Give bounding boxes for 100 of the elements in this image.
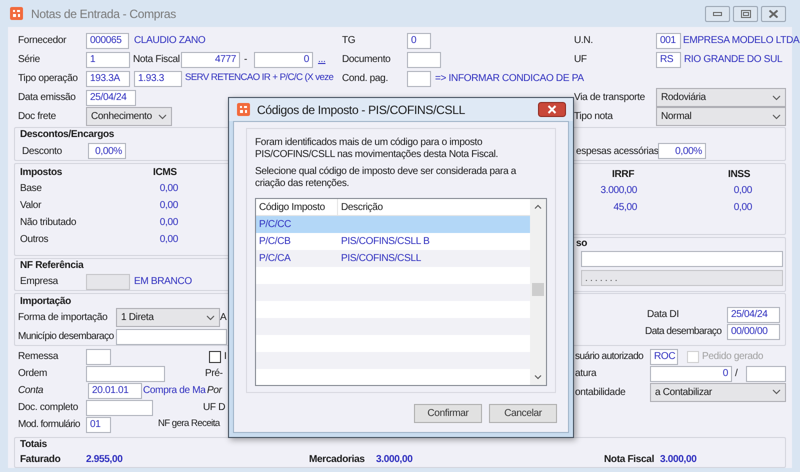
chevron-down-icon [772,114,781,120]
field-label: Cond. pag. [342,72,388,86]
maximize-button[interactable] [733,6,758,22]
text-field[interactable] [407,70,431,86]
field-label: Ordem [18,367,48,381]
dropdown[interactable]: 1 Direta [116,308,220,327]
minimize-button[interactable] [705,6,730,22]
field-label: NF gera Receita [158,417,220,432]
text-field[interactable]: 193.3A [86,70,130,86]
field-label: Por [207,384,222,398]
text-field[interactable] [746,366,786,382]
text-field[interactable] [86,348,111,364]
text-field[interactable] [116,328,227,344]
text-field[interactable]: 20.01.01 [88,382,142,398]
text-field[interactable] [86,366,165,382]
close-button[interactable] [538,102,566,117]
text-field[interactable]: 0 [650,366,732,382]
text-field[interactable]: 0 [407,32,431,48]
field-label: atura [575,367,596,381]
field-label: Tipo operação [18,72,78,86]
text-field[interactable]: ROC [650,348,678,364]
dialog-button[interactable]: Confirmar [414,404,482,423]
value-text: => INFORMAR CONDICAO DE PA [435,72,584,86]
value-text: EM BRANCO [134,275,192,289]
field-label: Remessa [18,350,58,364]
value-text: CLAUDIO ZANO [134,34,206,48]
value-text: EMPRESA MODELO LTDA [683,34,800,48]
field-label: suário autorizado [575,350,644,364]
value-text: 0,00 [160,233,178,247]
table-cell-text: PIS/COFINS/CSLL [340,252,422,266]
scroll-up-icon[interactable] [534,204,542,209]
section-heading: so [576,237,588,251]
section-heading: IRRF [612,168,634,182]
text-field[interactable] [581,250,783,266]
field-label: Base [20,182,42,196]
text-field[interactable]: 000065 [86,32,129,48]
section-heading: NF Referência [20,259,84,273]
text-field[interactable] [407,52,441,68]
text-field[interactable]: 25/04/24 [86,90,136,106]
field-label: Forma de importação [18,311,108,325]
close-button[interactable] [761,6,786,22]
window-title: Notas de Entrada - Compras [31,6,176,22]
field-label: U.N. [574,34,593,48]
text-field[interactable]: 1 [86,52,130,68]
scroll-down-icon[interactable] [534,375,542,380]
field-label: espesas acessórias [576,144,658,158]
column-header[interactable]: Código Imposto [256,199,338,215]
text-field[interactable]: 4777 [181,52,240,68]
field-label: Data emissão [18,91,76,105]
text-field[interactable]: 0,00% [88,143,126,159]
section-heading: Impostos [20,166,62,180]
text-field[interactable]: 0,00% [658,143,706,159]
value-text: Compra de Ma [143,384,206,398]
field-label: Conta [18,384,44,398]
field-label: UF [574,53,587,67]
scroll-thumb[interactable] [532,283,544,296]
lookup-link[interactable]: ... [318,52,326,67]
section-heading: Faturado [20,452,60,466]
text-field[interactable] [86,400,153,416]
total-value: 2.955,00 [86,452,123,466]
table-row[interactable]: P/C/CC [256,216,530,233]
dropdown[interactable]: Conhecimento [86,107,172,126]
field-label: Série [18,53,40,67]
text-field[interactable]: 001 [656,32,681,48]
text-field[interactable]: 25/04/24 [727,306,780,322]
text-field[interactable]: 0 [254,52,313,68]
dropdown[interactable]: a Contabilizar [650,382,786,402]
minimize-icon [713,12,722,16]
chevron-down-icon [772,389,781,395]
value-text: 0,00 [160,182,178,196]
field-label: Tipo nota [574,110,613,124]
separator-text: - [244,53,248,67]
text-field[interactable]: RS [656,52,681,68]
text-field[interactable]: 00/00/00 [727,324,780,340]
field-label: Pré- [205,367,223,381]
table-row[interactable]: P/C/CA PIS/COFINS/CSLL [256,250,530,267]
section-heading: Descontos/Encargos [20,128,114,142]
field-label: Data desembaraço [645,325,722,339]
scrollbar[interactable] [530,199,546,385]
field-label: Valor [20,199,42,213]
text-field[interactable]: 01 [86,416,111,432]
dropdown[interactable]: Normal [656,107,786,126]
chevron-down-icon [772,94,781,100]
field-label: Documento [342,53,390,67]
column-header[interactable]: Descrição [338,199,530,215]
field-label: Fornecedor [18,34,66,48]
value-text: 0,00 [160,216,178,230]
close-icon [547,105,557,114]
dropdown[interactable]: Rodoviária [656,88,786,107]
section-heading: ICMS [153,166,177,180]
field-label: A [220,311,226,325]
message-text: Foram identificados mais de um código para o imposto PIS/COFINS/CSLL nas movimentações desta Nota Fiscal. [255,137,500,161]
field-label: ontabilidade [575,386,626,400]
value-text: 0,00 [734,201,752,215]
section-heading: Mercadorias [309,452,365,466]
field-label: Não tributado [20,216,76,230]
dialog-button[interactable]: Cancelar [489,404,557,423]
text-field[interactable]: 1.93.3 [134,70,182,86]
field-label: Via de transporte [574,91,645,105]
section-heading: Nota Fiscal [604,452,654,466]
